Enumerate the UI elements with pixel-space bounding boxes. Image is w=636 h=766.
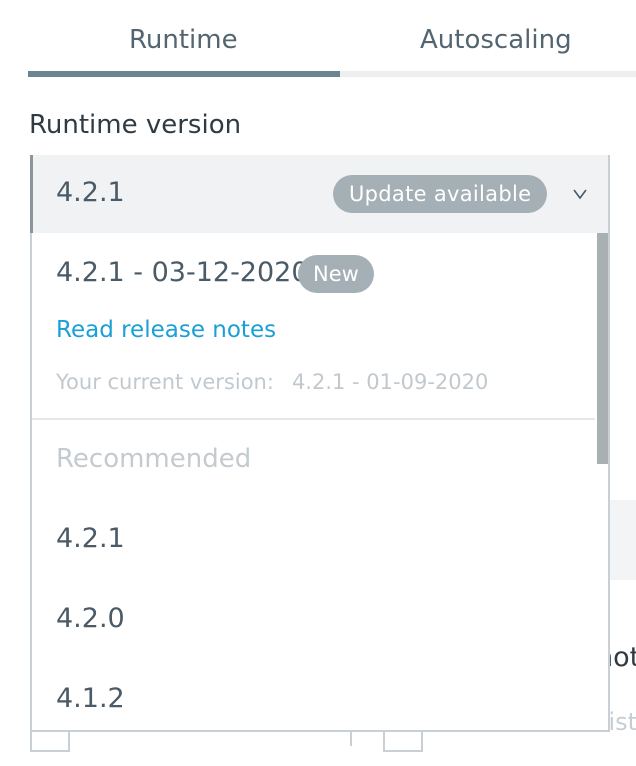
tab-runtime[interactable]: Runtime <box>129 25 238 55</box>
version-option[interactable]: 4.2.1 <box>56 523 125 554</box>
current-version-label: Your current version: <box>56 370 274 394</box>
current-version-value: 4.2.1 - 01-09-2020 <box>291 370 489 394</box>
current-version-row: Your current version: 4.2.1 - 01-09-2020 <box>56 370 488 394</box>
version-dropdown-menu: 4.2.1 - 03-12-2020 New Read release note… <box>30 233 610 732</box>
runtime-version-label: Runtime version <box>29 110 242 140</box>
tab-bar: Runtime Autoscaling <box>28 0 636 78</box>
runtime-version-select[interactable]: 4.2.1 Update available <box>30 155 610 233</box>
version-option[interactable]: 4.1.2 <box>56 683 125 714</box>
version-option[interactable]: 4.2.0 <box>56 603 125 634</box>
update-available-badge: Update available <box>333 175 548 213</box>
scrollbar-thumb[interactable] <box>597 233 608 464</box>
selected-version: 4.2.1 <box>56 177 125 208</box>
release-notes-link[interactable]: Read release notes <box>56 317 276 343</box>
tab-active-indicator <box>28 71 340 77</box>
group-label-recommended: Recommended <box>56 444 252 474</box>
chevron-down-icon[interactable] <box>573 187 587 201</box>
divider <box>32 418 595 420</box>
new-release-version[interactable]: 4.2.1 - 03-12-2020 <box>56 257 309 288</box>
new-badge: New <box>298 255 374 293</box>
tab-autoscaling[interactable]: Autoscaling <box>420 25 572 55</box>
